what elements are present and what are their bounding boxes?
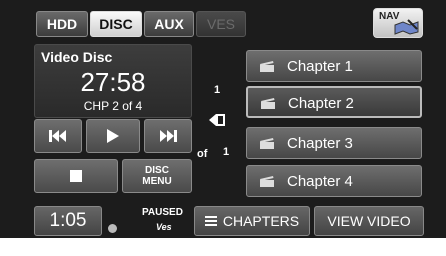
- nav-button[interactable]: NAV: [373, 8, 423, 38]
- source-label: Video Disc: [41, 49, 113, 65]
- clapperboard-icon: [260, 61, 274, 72]
- disc-icon: [108, 224, 117, 233]
- disc-menu-label-line1: DISC: [145, 165, 169, 176]
- chapters-label: CHAPTERS: [222, 213, 300, 229]
- tab-aux[interactable]: AUX: [144, 11, 194, 37]
- chapter-4-label: Chapter 4: [287, 173, 353, 190]
- pager-page: 1: [214, 84, 221, 96]
- rear-entertainment-screen: HDD DISC AUX VES NAV Video Disc 27:58 CH…: [0, 0, 446, 256]
- bottom-margin: [0, 238, 446, 256]
- next-button[interactable]: [144, 119, 192, 153]
- clapperboard-icon: [261, 98, 275, 109]
- play-icon: [107, 129, 119, 143]
- previous-button[interactable]: [34, 119, 82, 153]
- map-icon: [394, 19, 419, 35]
- clapperboard-icon: [260, 138, 274, 149]
- skip-forward-icon: [160, 130, 177, 142]
- chapter-info: CHP 2 of 4: [83, 99, 143, 113]
- view-video-label: VIEW VIDEO: [327, 213, 411, 229]
- list-icon: [204, 216, 217, 226]
- ves-label: Ves: [156, 222, 172, 232]
- chapter-1-button[interactable]: Chapter 1: [246, 50, 422, 82]
- clock-display: 1:05: [34, 206, 102, 236]
- pager-arrow-icon[interactable]: [208, 112, 226, 128]
- chapter-pager: 1 of 1: [195, 44, 243, 194]
- now-playing-panel: Video Disc 27:58 CHP 2 of 4: [34, 44, 192, 118]
- pager-total: 1: [223, 146, 230, 158]
- stop-button[interactable]: [34, 159, 118, 193]
- tab-ves: VES: [196, 11, 246, 37]
- chapter-2-button[interactable]: Chapter 2: [246, 86, 422, 118]
- chapter-3-label: Chapter 3: [287, 135, 353, 152]
- disc-menu-label-line2: MENU: [142, 176, 172, 187]
- tab-disc[interactable]: DISC: [90, 11, 142, 37]
- elapsed-time: 27:58: [80, 67, 146, 97]
- chapters-button[interactable]: CHAPTERS: [194, 206, 310, 236]
- chapter-3-button[interactable]: Chapter 3: [246, 127, 422, 159]
- skip-back-icon: [49, 130, 66, 142]
- playback-status: PAUSED Ves: [104, 206, 190, 236]
- chapter-4-button[interactable]: Chapter 4: [246, 165, 422, 197]
- chapter-2-label: Chapter 2: [288, 95, 354, 112]
- chapter-1-label: Chapter 1: [287, 58, 353, 75]
- stop-icon: [70, 170, 82, 182]
- pager-of: of: [197, 148, 208, 160]
- disc-menu-button[interactable]: DISC MENU: [122, 159, 192, 193]
- tab-hdd[interactable]: HDD: [36, 11, 88, 37]
- paused-label: PAUSED: [142, 207, 183, 218]
- clapperboard-icon: [260, 176, 274, 187]
- play-button[interactable]: [86, 119, 140, 153]
- view-video-button[interactable]: VIEW VIDEO: [314, 206, 424, 236]
